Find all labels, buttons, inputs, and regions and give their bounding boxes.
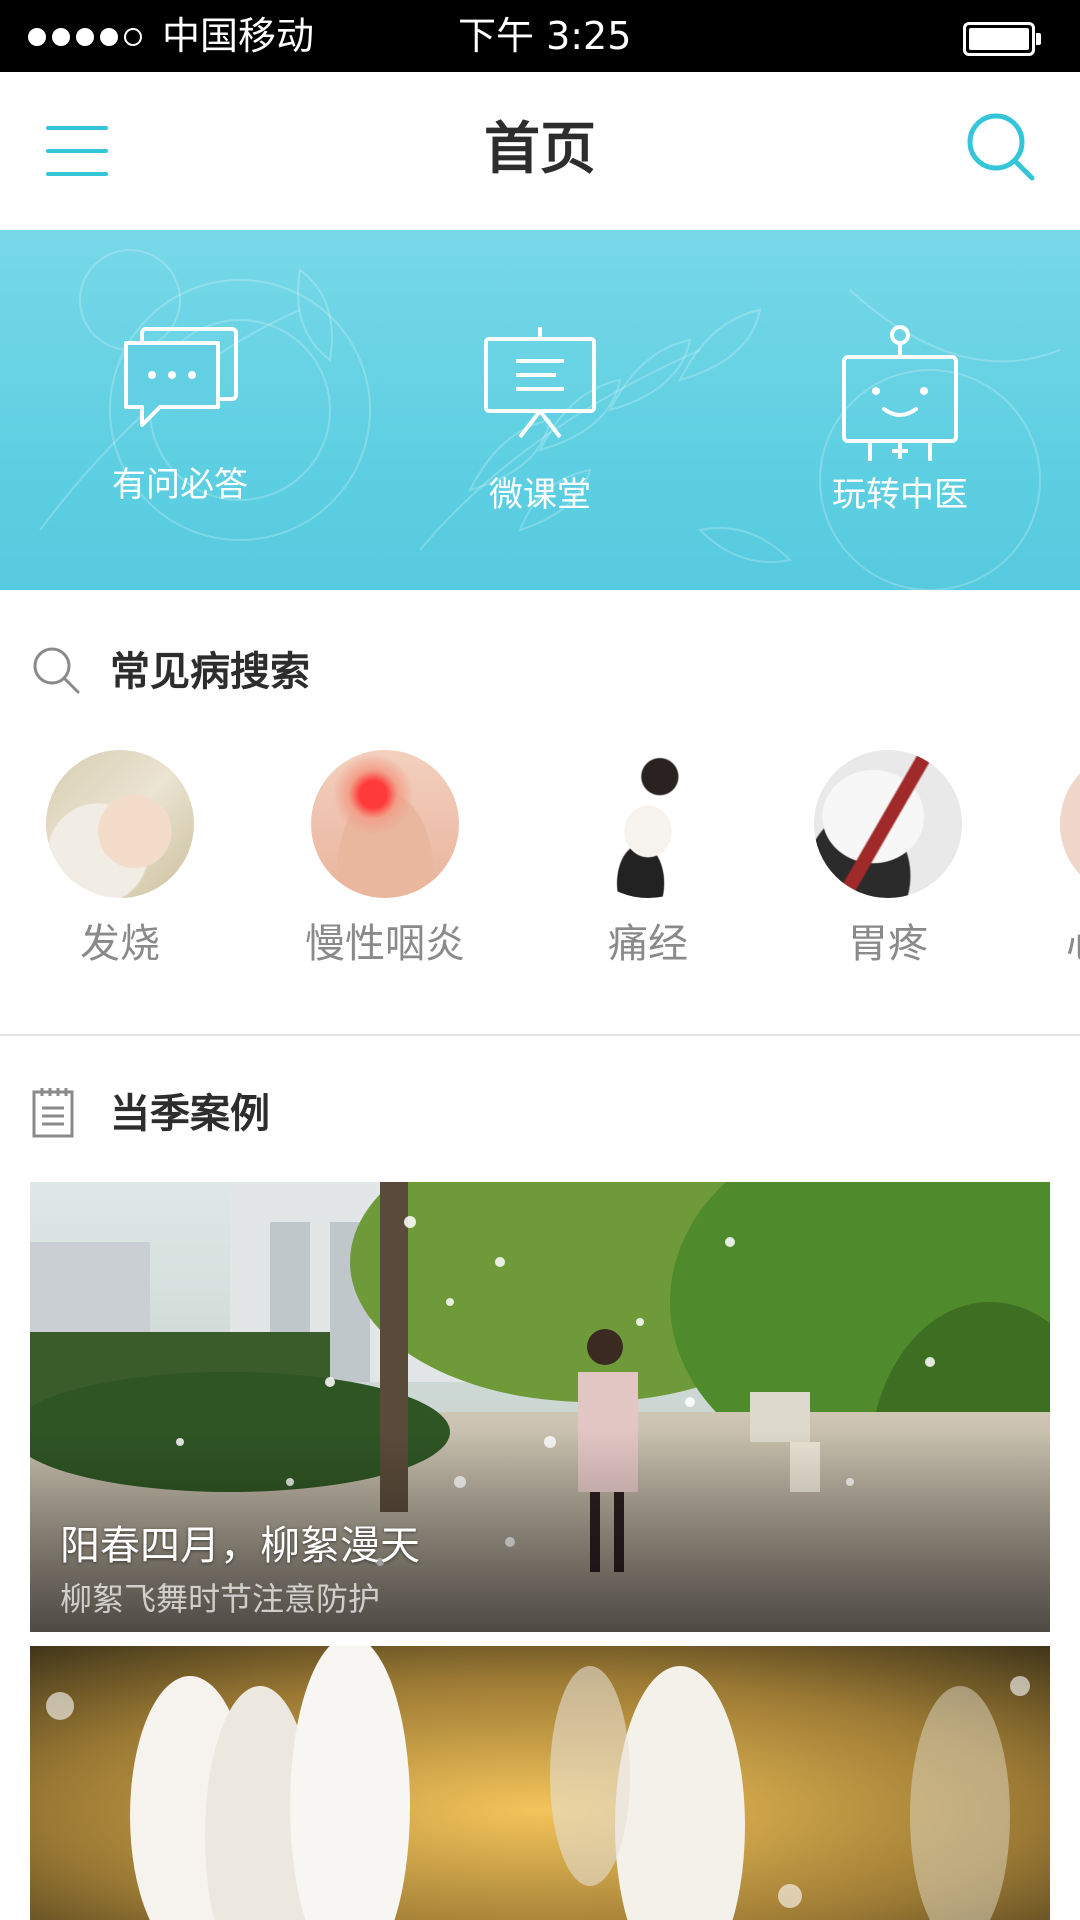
disease-item[interactable]: 发烧 <box>5 750 235 968</box>
case-card-title: 阳春四月，柳絮漫天 <box>60 1523 420 1569</box>
search-icon[interactable] <box>962 108 1042 188</box>
disease-item[interactable]: 胃疼 <box>773 750 1003 968</box>
qa-entry-button[interactable]: 有问必答 <box>80 325 280 555</box>
nav-bar: 首页 <box>0 72 1080 230</box>
banner-item-label: 微课堂 <box>489 475 591 515</box>
case-card-subtitle: 柳絮飞舞时节注意防护 <box>60 1580 381 1618</box>
robot-icon <box>842 325 958 461</box>
carrier-name: 中国移动 <box>162 14 315 58</box>
banner-item-label: 有问必答 <box>112 465 248 505</box>
signal-strength-icon <box>28 28 142 46</box>
section-title: 当季案例 <box>110 1091 270 1137</box>
sore-throat-photo <box>311 750 459 898</box>
status-time: 下午 3:25 <box>458 14 632 58</box>
disease-label: 心 <box>1066 920 1080 968</box>
disease-item[interactable]: 心 <box>1060 750 1080 968</box>
case-card[interactable] <box>30 1646 1050 1920</box>
disease-label: 痛经 <box>608 921 688 967</box>
battery-icon <box>963 22 1041 56</box>
seasonal-cases-header: 当季案例 <box>0 1082 1080 1142</box>
presentation-board-icon <box>484 327 596 439</box>
tcm-entry-button[interactable]: 玩转中医 <box>800 325 1000 555</box>
disease-label: 慢性咽炎 <box>305 921 465 967</box>
search-icon <box>30 644 82 700</box>
white-crocus-flowers-photo <box>30 1646 1050 1920</box>
disease-item[interactable]: 慢性咽炎 <box>270 750 500 968</box>
case-card[interactable]: 阳春四月，柳絮漫天 柳絮飞舞时节注意防护 <box>30 1182 1050 1632</box>
stomach-ache-photo <box>814 750 962 898</box>
section-divider <box>0 1034 1080 1036</box>
woman-cramps-photo <box>574 750 722 898</box>
common-disease-header[interactable]: 常见病搜索 <box>0 640 1080 700</box>
status-bar: 中国移动 下午 3:25 <box>0 0 1080 72</box>
disease-item[interactable]: 痛经 <box>533 750 763 968</box>
page-title: 首页 <box>484 117 596 182</box>
sleeping-baby-photo <box>46 750 194 898</box>
notepad-icon <box>30 1086 78 1144</box>
banner-item-label: 玩转中医 <box>832 475 968 515</box>
disease-scroller[interactable]: 发烧 慢性咽炎 痛经 胃疼 心 <box>0 750 1080 980</box>
feature-banner: 有问必答 微课堂 玩转中医 <box>0 230 1080 590</box>
section-title: 常见病搜索 <box>110 649 310 695</box>
chat-bubble-icon <box>124 327 238 427</box>
disease-label: 胃疼 <box>848 921 928 967</box>
partial-next-item <box>1060 750 1080 898</box>
disease-label: 发烧 <box>80 921 160 967</box>
micro-class-entry-button[interactable]: 微课堂 <box>440 325 640 555</box>
